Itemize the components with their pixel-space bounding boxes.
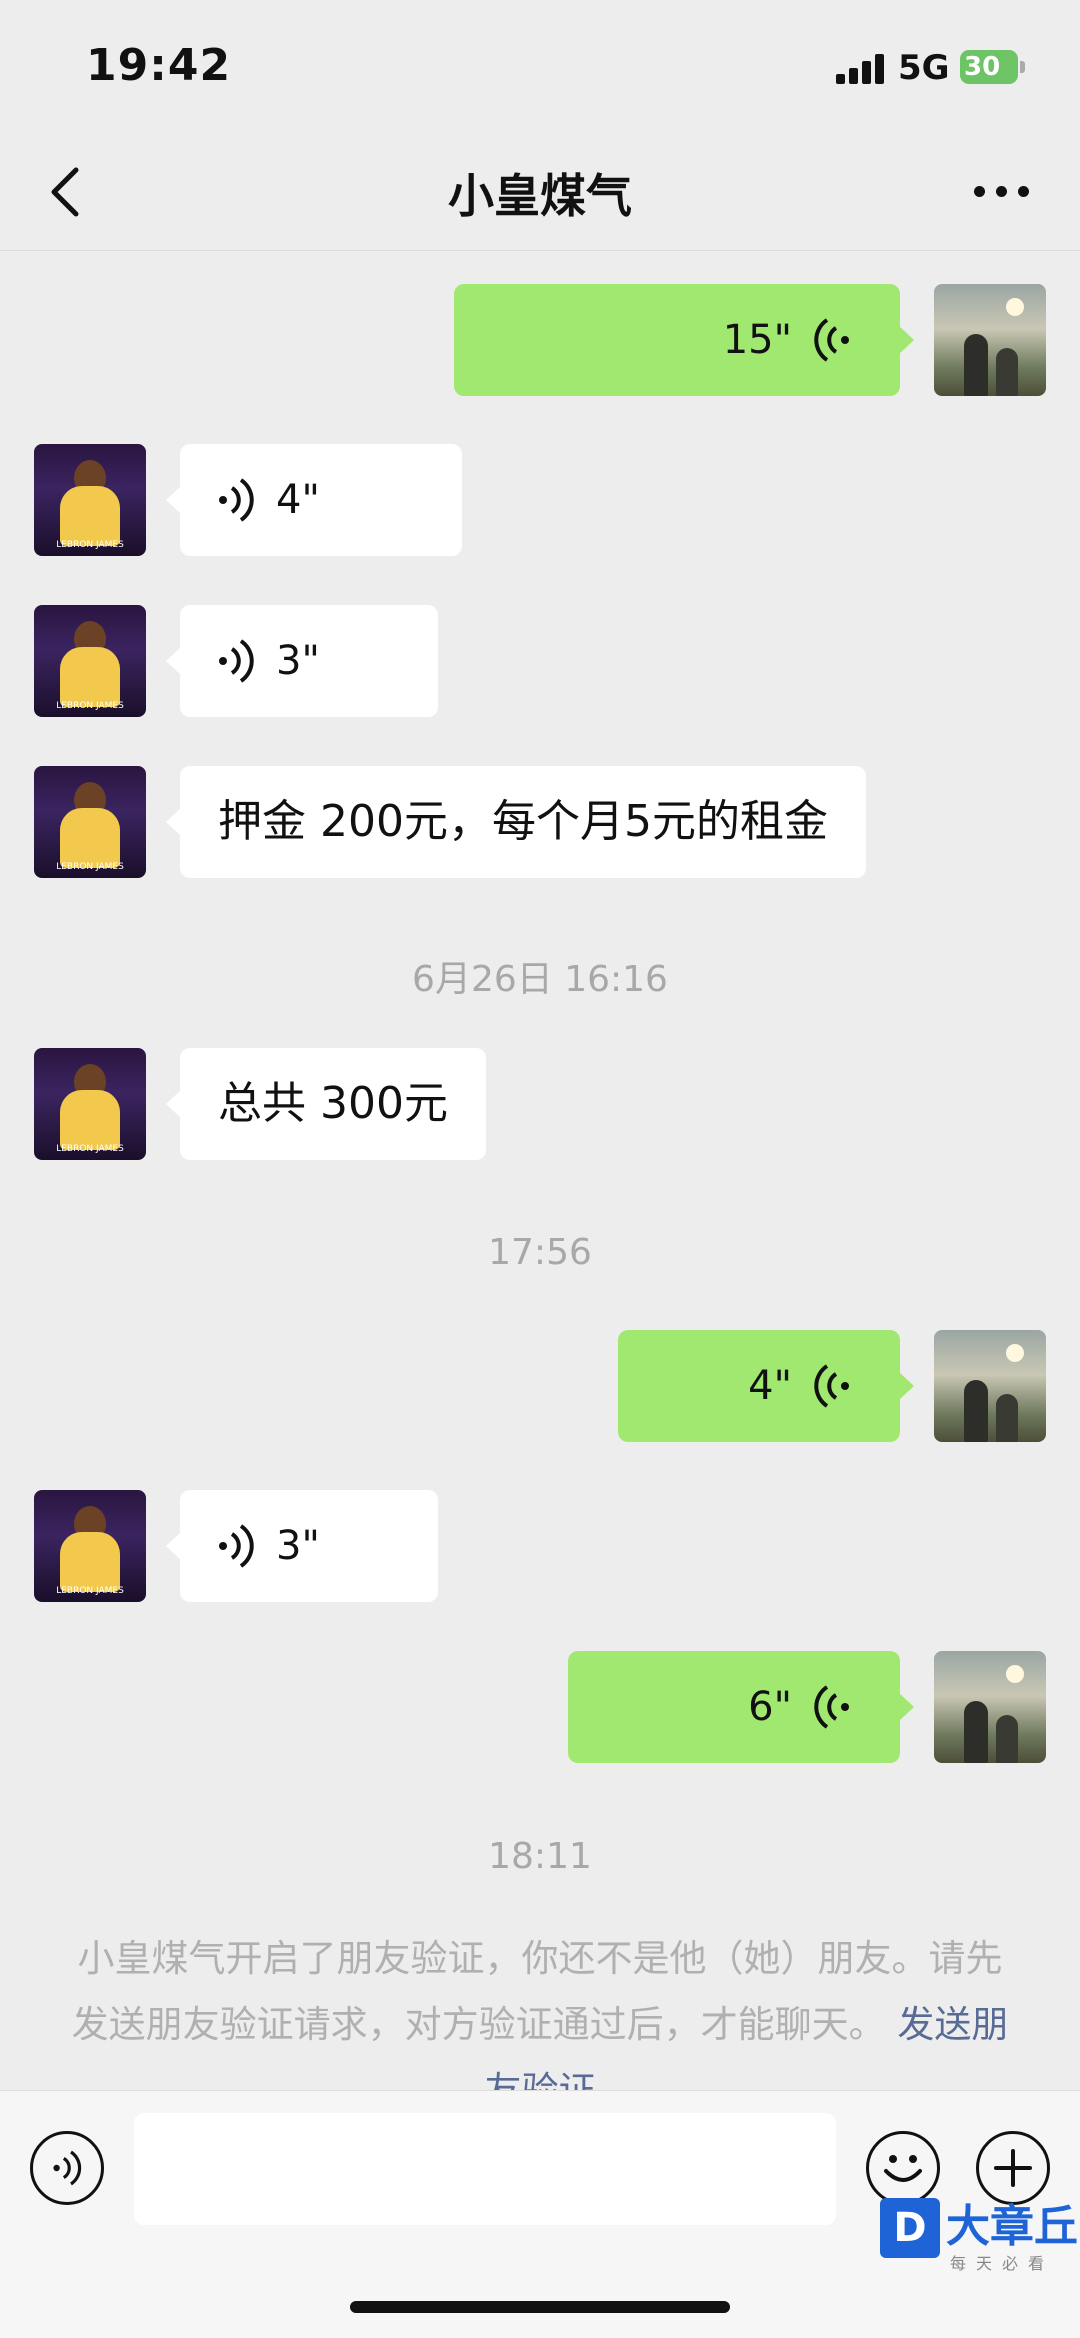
message-incoming-text: LEBRON JAMES 总共 300元	[0, 1048, 1080, 1160]
voice-duration: 4"	[276, 477, 320, 523]
text-bubble[interactable]: 押金 200元，每个月5元的租金	[166, 766, 866, 878]
voice-wave-icon	[814, 318, 849, 362]
my-avatar[interactable]	[934, 1330, 1046, 1442]
voice-wave-icon	[814, 1364, 849, 1408]
watermark-title: 大章丘	[946, 2201, 1078, 2252]
watermark: D 大章丘 每天必看	[880, 2170, 1080, 2337]
voice-duration: 6"	[748, 1684, 792, 1730]
text-bubble[interactable]: 总共 300元	[166, 1048, 486, 1160]
contact-avatar[interactable]: LEBRON JAMES	[34, 1490, 146, 1602]
voice-bubble[interactable]: 6"	[568, 1651, 914, 1763]
status-time: 19:42	[86, 40, 232, 91]
contact-avatar[interactable]: LEBRON JAMES	[34, 766, 146, 878]
voice-duration: 4"	[748, 1363, 792, 1409]
message-outgoing-voice: 4"	[0, 1330, 1080, 1442]
timestamp: 18:11	[488, 1836, 592, 1877]
message-incoming-text: LEBRON JAMES 押金 200元，每个月5元的租金	[0, 766, 1080, 878]
voice-wave-icon	[814, 1685, 849, 1729]
contact-avatar[interactable]: LEBRON JAMES	[34, 444, 146, 556]
voice-duration: 15"	[722, 317, 792, 363]
voice-bubble[interactable]: 3"	[166, 605, 438, 717]
message-incoming-voice: LEBRON JAMES 3"	[0, 1490, 1080, 1602]
timestamp: 17:56	[488, 1232, 592, 1273]
message-incoming-voice: LEBRON JAMES 3"	[0, 605, 1080, 717]
message-input[interactable]	[134, 2113, 836, 2225]
nav-bar: 小皇煤气	[0, 130, 1080, 251]
timestamp: 6月26日 16:16	[412, 959, 668, 1000]
voice-duration: 3"	[276, 638, 320, 684]
voice-bubble[interactable]: 3"	[166, 1490, 438, 1602]
voice-duration: 3"	[276, 1523, 320, 1569]
chat-title: 小皇煤气	[448, 169, 632, 223]
message-incoming-voice: LEBRON JAMES 4"	[0, 444, 1080, 556]
voice-bubble[interactable]: 15"	[454, 284, 914, 396]
message-outgoing-voice: 15"	[0, 284, 1080, 396]
more-options-icon[interactable]	[974, 186, 1030, 198]
voice-bubble[interactable]: 4"	[618, 1330, 914, 1442]
my-avatar[interactable]	[934, 284, 1046, 396]
contact-avatar[interactable]: LEBRON JAMES	[34, 605, 146, 717]
signal-icon	[836, 54, 886, 84]
battery-icon: 30	[960, 50, 1025, 84]
status-bar: 19:42 5G 30	[0, 0, 1080, 130]
voice-wave-icon	[219, 478, 254, 522]
voice-wave-icon	[53, 2150, 82, 2186]
voice-bubble[interactable]: 4"	[166, 444, 462, 556]
voice-wave-icon	[219, 1524, 254, 1568]
voice-input-button[interactable]	[30, 2131, 104, 2205]
contact-avatar[interactable]: LEBRON JAMES	[34, 1048, 146, 1160]
notice-text: 小皇煤气开启了朋友验证，你还不是他（她）朋友。请先发送朋友验证请求，对方验证通过…	[71, 1937, 1003, 2046]
network-type: 5G	[898, 48, 950, 88]
voice-wave-icon	[219, 639, 254, 683]
watermark-logo: D	[880, 2198, 940, 2258]
message-outgoing-voice: 6"	[0, 1651, 1080, 1763]
my-avatar[interactable]	[934, 1651, 1046, 1763]
watermark-subtitle: 每天必看	[950, 2254, 1055, 2273]
home-indicator	[350, 2301, 730, 2313]
